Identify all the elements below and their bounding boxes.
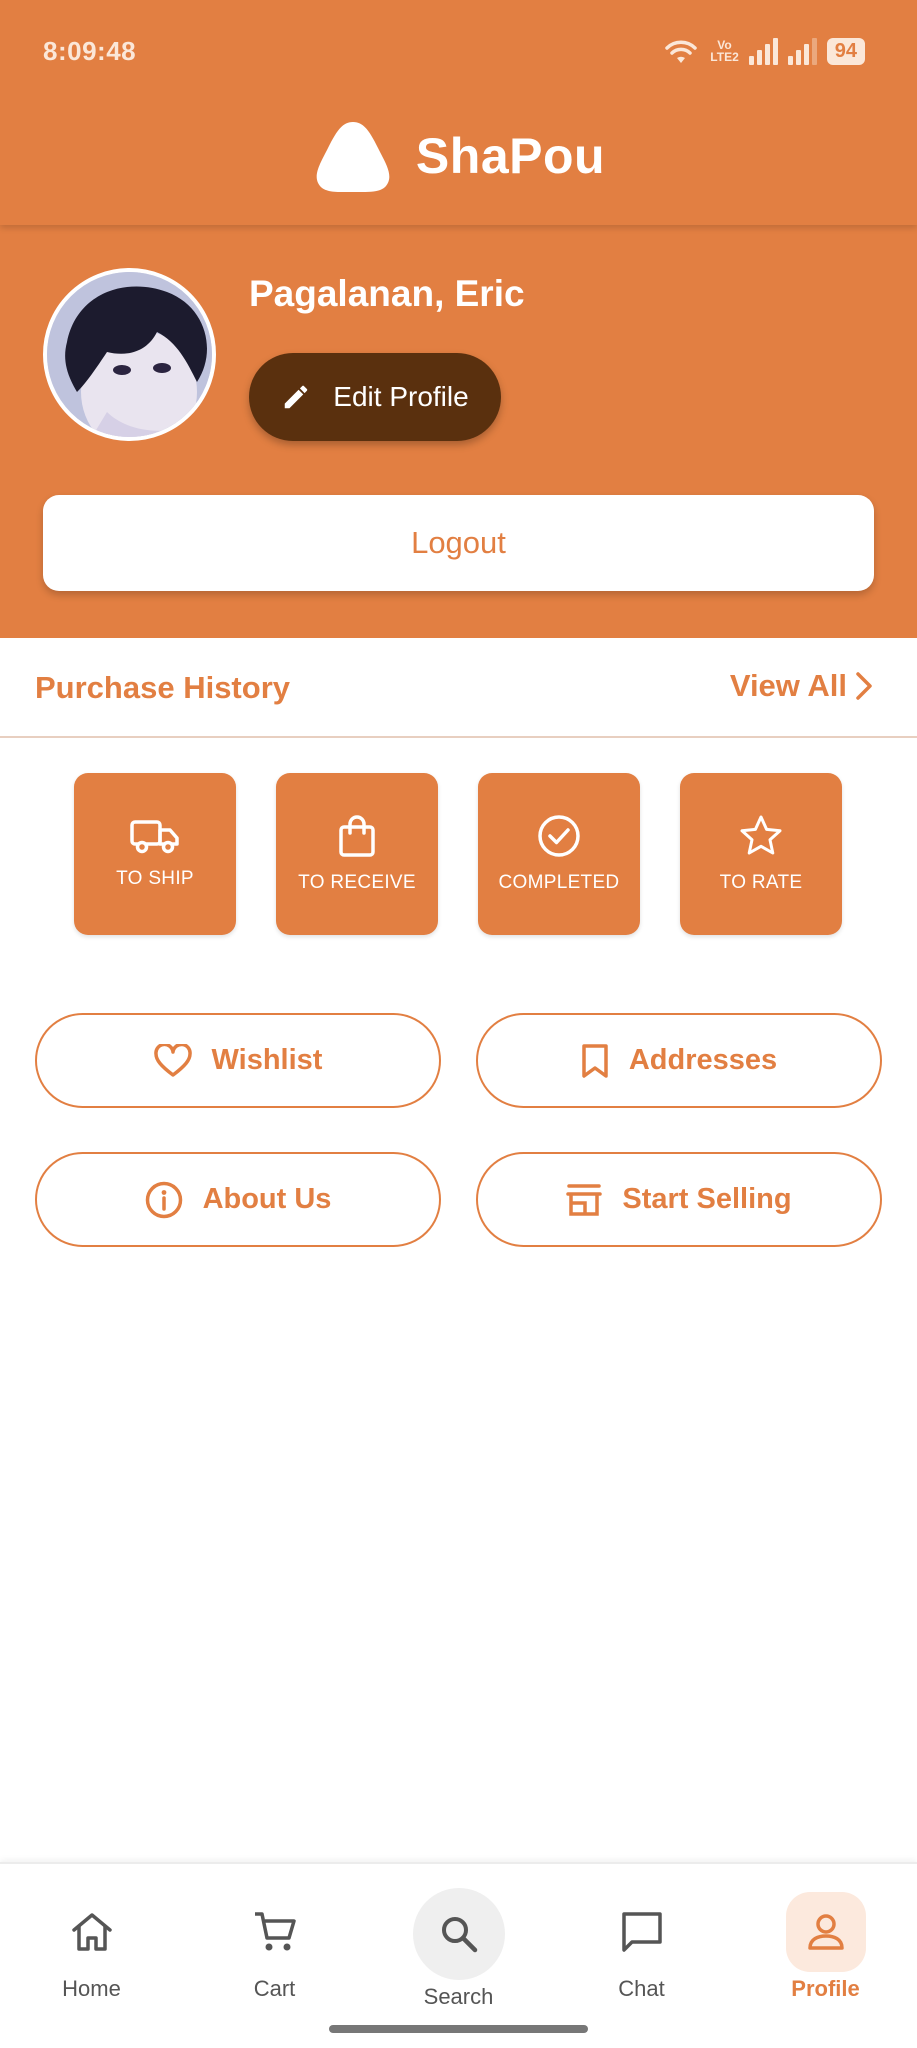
profile-header: Pagalanan, Eric Edit Profile Logout [0,225,917,638]
bottom-navigation: Home Cart Search Chat Profile [0,1862,917,2048]
chat-icon [621,1912,662,1952]
truck-icon [130,820,179,854]
status-clock: 8:09:48 [43,36,137,66]
storefront-icon [566,1183,603,1216]
completed-tile[interactable]: COMPLETED [478,773,640,935]
brand: ShaPou [0,118,917,194]
nav-search[interactable]: Search [367,1864,550,2024]
view-all-label: View All [729,668,847,703]
nav-cart-label: Cart [253,1976,296,2001]
start-selling-label: Start Selling [622,1183,792,1215]
edit-profile-button[interactable]: Edit Profile [249,353,501,441]
about-us-button[interactable]: About Us [35,1152,441,1247]
check-circle-icon [538,815,580,857]
to-receive-label: TO RECEIVE [298,872,416,893]
order-status-tiles: TO SHIP TO RECEIVE COMPLETED TO RATE [74,773,842,935]
nav-chat[interactable]: Chat [550,1864,733,2024]
purchase-history-header: Purchase History View All [0,638,917,738]
to-receive-tile[interactable]: TO RECEIVE [276,773,438,935]
info-icon [145,1181,182,1218]
to-rate-tile[interactable]: TO RATE [680,773,842,935]
app-title: ShaPou [415,128,606,184]
nav-profile[interactable]: Profile [734,1864,917,2024]
wishlist-button[interactable]: Wishlist [35,1013,441,1108]
wifi-icon [665,40,698,63]
edit-profile-label: Edit Profile [333,381,469,412]
signal-icon [787,37,817,65]
battery-indicator: 94 [826,37,865,65]
wishlist-label: Wishlist [211,1044,323,1076]
about-us-label: About Us [202,1183,332,1215]
app-header: 8:09:48 Vo LTE2 94 ShaPou [0,0,917,225]
heart-icon [153,1043,192,1077]
addresses-label: Addresses [628,1044,778,1076]
nav-home-label: Home [62,1976,121,2001]
brand-logo-icon [316,122,390,193]
home-indicator[interactable] [329,2025,588,2033]
status-icons: Vo LTE2 94 [662,34,865,68]
completed-label: COMPLETED [498,872,620,893]
volte-indicator: Vo LTE2 [710,38,739,64]
person-icon [807,1914,844,1950]
nav-search-label: Search [423,1984,494,2009]
star-icon [740,815,782,855]
nav-cart[interactable]: Cart [183,1864,366,2024]
shopping-bag-icon [339,815,375,857]
pencil-icon [285,385,308,409]
user-name: Pagalanan, Eric [249,273,525,314]
view-all-link[interactable]: View All [730,668,873,704]
cart-icon [254,1912,296,1951]
avatar-illustration [47,272,212,437]
nav-chat-label: Chat [618,1976,665,2001]
bookmark-icon [582,1043,608,1078]
to-rate-label: TO RATE [719,872,803,893]
purchase-history-title: Purchase History [35,670,290,705]
nav-home[interactable]: Home [0,1864,183,2024]
to-ship-tile[interactable]: TO SHIP [74,773,236,935]
search-icon [441,1917,477,1953]
chevron-right-icon [856,672,872,700]
signal-icon [748,37,778,65]
avatar[interactable] [43,268,216,441]
start-selling-button[interactable]: Start Selling [476,1152,882,1247]
addresses-button[interactable]: Addresses [476,1013,882,1108]
logout-button[interactable]: Logout [43,495,874,591]
nav-profile-label: Profile [791,1976,860,2001]
to-ship-label: TO SHIP [116,868,194,889]
home-icon [71,1913,112,1951]
